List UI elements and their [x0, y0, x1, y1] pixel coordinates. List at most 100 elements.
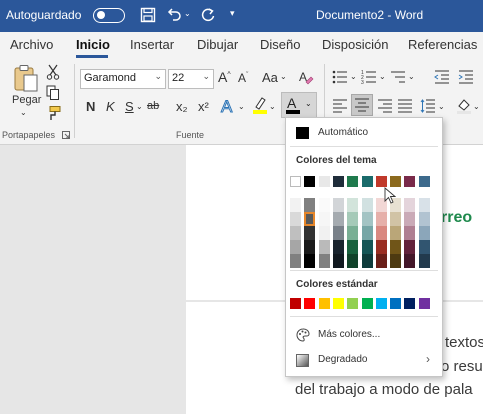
redo-icon[interactable]	[200, 7, 216, 23]
chevron-down-icon[interactable]: ⌄	[305, 99, 312, 108]
theme-shade-swatch[interactable]	[390, 240, 402, 254]
theme-shade-swatch[interactable]	[361, 198, 373, 212]
highlight-icon[interactable]	[252, 95, 268, 115]
theme-shade-swatch[interactable]	[390, 226, 402, 240]
chevron-down-icon[interactable]: ⌄	[154, 71, 162, 82]
standard-color-swatch[interactable]	[318, 298, 330, 309]
theme-shade-swatch[interactable]	[332, 240, 344, 254]
theme-shade-swatch[interactable]	[361, 212, 373, 226]
shrink-font-icon[interactable]: Aˇ	[238, 71, 248, 85]
bold-button[interactable]: N	[86, 99, 95, 114]
strikethrough-button[interactable]: ab	[147, 100, 159, 112]
theme-shade-swatch[interactable]	[290, 198, 301, 212]
theme-shade-swatch[interactable]	[304, 226, 316, 240]
theme-shade-swatch[interactable]	[332, 212, 344, 226]
theme-color-swatch[interactable]	[404, 176, 416, 187]
theme-color-swatch[interactable]	[347, 176, 359, 187]
theme-color-swatch[interactable]	[290, 176, 301, 187]
tab-insertar[interactable]: Insertar	[130, 37, 174, 52]
underline-button[interactable]: S	[125, 99, 134, 114]
increase-indent-icon[interactable]	[458, 69, 474, 85]
theme-shade-swatch[interactable]	[290, 240, 301, 254]
theme-shade-swatch[interactable]	[418, 226, 430, 240]
subscript-button[interactable]: x₂	[176, 99, 188, 114]
theme-color-swatch[interactable]	[375, 176, 387, 187]
cut-icon[interactable]	[46, 64, 60, 80]
theme-shade-swatch[interactable]	[375, 226, 387, 240]
standard-color-swatch[interactable]	[332, 298, 344, 309]
theme-color-swatch[interactable]	[332, 176, 344, 187]
clear-formatting-icon[interactable]: A	[298, 69, 314, 85]
theme-shade-swatch[interactable]	[332, 254, 344, 268]
theme-shade-swatch[interactable]	[332, 198, 344, 212]
theme-shade-swatch[interactable]	[404, 212, 416, 226]
theme-shade-swatch[interactable]	[418, 212, 430, 226]
tab-archivo[interactable]: Archivo	[10, 37, 53, 52]
theme-color-swatch[interactable]	[390, 176, 402, 187]
theme-shade-swatch[interactable]	[304, 212, 316, 226]
theme-shade-swatch[interactable]	[375, 212, 387, 226]
gradient-option[interactable]: Degradado ›	[286, 350, 442, 372]
align-center-button[interactable]	[351, 94, 373, 116]
standard-color-swatch[interactable]	[290, 298, 301, 309]
chevron-down-icon[interactable]: ⌄	[269, 102, 276, 111]
theme-shade-swatch[interactable]	[318, 198, 330, 212]
theme-shade-swatch[interactable]	[304, 240, 316, 254]
paste-dropdown-icon[interactable]: ⌄	[20, 108, 27, 117]
standard-color-swatch[interactable]	[361, 298, 373, 309]
tab-dibujar[interactable]: Dibujar	[197, 37, 238, 52]
theme-color-swatch[interactable]	[304, 176, 316, 187]
undo-dropdown-icon[interactable]: ⌄	[184, 9, 191, 18]
theme-shade-swatch[interactable]	[361, 240, 373, 254]
automatic-color-option[interactable]: Automático	[286, 122, 442, 142]
bullets-icon[interactable]	[332, 69, 348, 85]
theme-shade-swatch[interactable]	[361, 254, 373, 268]
theme-color-swatch[interactable]	[361, 176, 373, 187]
tab-inicio[interactable]: Inicio	[76, 37, 110, 52]
theme-shade-swatch[interactable]	[404, 226, 416, 240]
theme-shade-swatch[interactable]	[304, 198, 316, 212]
align-right-icon[interactable]	[377, 98, 393, 114]
numbering-icon[interactable]: 123	[361, 69, 377, 85]
standard-color-swatch[interactable]	[304, 298, 316, 309]
chevron-down-icon[interactable]: ⌄	[280, 72, 287, 81]
theme-shade-swatch[interactable]	[318, 212, 330, 226]
save-icon[interactable]	[140, 7, 156, 23]
undo-icon[interactable]	[166, 7, 182, 23]
paste-icon[interactable]	[12, 64, 40, 94]
tab-disposicion[interactable]: Disposición	[322, 37, 388, 52]
theme-shade-swatch[interactable]	[404, 240, 416, 254]
tab-diseno[interactable]: Diseño	[260, 37, 300, 52]
theme-shade-swatch[interactable]	[347, 212, 359, 226]
theme-shade-swatch[interactable]	[390, 212, 402, 226]
format-painter-icon[interactable]	[46, 105, 62, 121]
line-spacing-icon[interactable]	[420, 98, 436, 114]
paste-label[interactable]: Pegar	[12, 94, 41, 106]
standard-color-swatch[interactable]	[404, 298, 416, 309]
multilevel-list-icon[interactable]	[390, 69, 406, 85]
theme-shade-swatch[interactable]	[361, 226, 373, 240]
theme-shade-swatch[interactable]	[347, 198, 359, 212]
theme-shade-swatch[interactable]	[404, 254, 416, 268]
decrease-indent-icon[interactable]	[434, 69, 450, 85]
theme-shade-swatch[interactable]	[347, 240, 359, 254]
theme-shade-swatch[interactable]	[318, 226, 330, 240]
customize-toolbar-icon[interactable]: ▾	[230, 8, 235, 19]
theme-shade-swatch[interactable]	[347, 254, 359, 268]
theme-shade-swatch[interactable]	[390, 254, 402, 268]
autosave-toggle[interactable]	[93, 8, 125, 23]
standard-color-swatch[interactable]	[418, 298, 430, 309]
grow-font-icon[interactable]: A^	[218, 69, 231, 85]
chevron-down-icon[interactable]: ⌄	[202, 71, 210, 82]
theme-color-swatch[interactable]	[418, 176, 430, 187]
more-colors-option[interactable]: Más colores...	[286, 325, 442, 347]
chevron-down-icon[interactable]: ⌄	[408, 72, 415, 81]
copy-icon[interactable]	[46, 85, 60, 101]
clipboard-launcher-icon[interactable]	[62, 131, 70, 139]
superscript-button[interactable]: x²	[198, 99, 209, 114]
italic-button[interactable]: K	[106, 99, 115, 114]
theme-shade-swatch[interactable]	[375, 240, 387, 254]
theme-shade-swatch[interactable]	[375, 254, 387, 268]
font-color-button[interactable]: A ⌄	[281, 92, 317, 118]
standard-color-swatch[interactable]	[375, 298, 387, 309]
